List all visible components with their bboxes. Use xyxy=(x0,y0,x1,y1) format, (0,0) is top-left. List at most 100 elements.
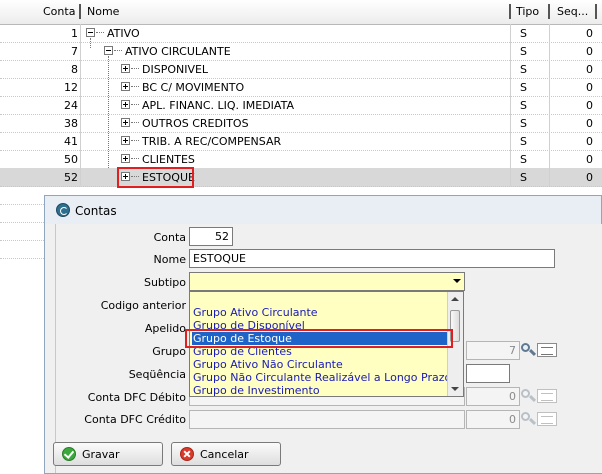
table-row[interactable]: 8 DISPONIVEL S 0 xyxy=(0,60,602,79)
header-seq[interactable]: Seq... xyxy=(557,5,588,18)
row-seq: 0 xyxy=(586,171,593,184)
row-conta: 1 xyxy=(71,27,78,40)
row-tipo: S xyxy=(520,63,527,76)
dropdown-option[interactable]: Grupo Ativo Circulante xyxy=(192,306,449,319)
expand-icon[interactable] xyxy=(121,82,130,91)
cancelar-label: Cancelar xyxy=(200,448,249,461)
column-resizer[interactable] xyxy=(79,4,81,19)
row-nome: OUTROS CREDITOS xyxy=(142,117,249,130)
dropdown-option[interactable] xyxy=(192,293,449,306)
list-icon[interactable] xyxy=(537,412,557,426)
row-seq: 0 xyxy=(586,63,593,76)
header-conta[interactable]: Conta xyxy=(43,5,75,18)
row-nome: CLIENTES xyxy=(142,153,195,166)
row-tipo: S xyxy=(520,117,527,130)
expand-icon[interactable] xyxy=(121,64,130,73)
dropdown-option[interactable]: Grupo Ativo Não Circulante xyxy=(192,358,449,371)
check-icon xyxy=(62,447,76,461)
scroll-down-icon[interactable] xyxy=(451,387,459,391)
row-nome: APL. FINANC. LIQ. IMEDIATA xyxy=(142,99,294,112)
grupo-field[interactable]: 7 xyxy=(466,341,520,360)
row-conta: 50 xyxy=(64,153,78,166)
row-conta: 8 xyxy=(71,63,78,76)
row-nome: BC C/ MOVIMENTO xyxy=(142,81,245,94)
subtipo-select[interactable] xyxy=(189,272,465,291)
search-icon[interactable] xyxy=(520,410,538,428)
column-resizer[interactable] xyxy=(509,4,511,19)
row-seq: 0 xyxy=(586,153,593,166)
row-conta: 38 xyxy=(64,117,78,130)
header-nome[interactable]: Nome xyxy=(87,5,119,18)
table-row[interactable]: 7 ATIVO CIRCULANTE S 0 xyxy=(0,42,602,61)
estoque-highlight-box xyxy=(117,167,194,188)
label-subtipo: Subtipo xyxy=(143,276,186,289)
column-resizer[interactable] xyxy=(595,4,597,19)
header-tipo[interactable]: Tipo xyxy=(516,5,539,18)
dfc-credito-description xyxy=(189,410,465,429)
label-apelido: Apelido xyxy=(144,322,186,335)
table-row[interactable]: 1 ATIVO S 0 xyxy=(0,24,602,43)
row-conta: 41 xyxy=(64,135,78,148)
row-seq: 0 xyxy=(586,27,593,40)
label-dfc-credito: Conta DFC Crédito xyxy=(84,413,186,426)
gravar-label: Gravar xyxy=(82,448,120,461)
table-row[interactable]: 38 OUTROS CREDITOS S 0 xyxy=(0,114,602,133)
dfc-credito-field[interactable]: 0 xyxy=(466,410,520,429)
table-row[interactable]: 41 TRIB. A REC/COMPENSAR S 0 xyxy=(0,132,602,151)
dropdown-option[interactable]: Grupo de Investimento xyxy=(192,384,449,396)
row-nome: TRIB. A REC/COMPENSAR xyxy=(142,135,282,148)
row-seq: 0 xyxy=(586,45,593,58)
expand-icon[interactable] xyxy=(121,100,130,109)
row-conta: 52 xyxy=(64,171,78,184)
table-row[interactable]: 50 CLIENTES S 0 xyxy=(0,150,602,169)
expand-icon[interactable] xyxy=(121,154,130,163)
table-row[interactable]: 12 BC C/ MOVIMENTO S 0 xyxy=(0,78,602,97)
row-tipo: S xyxy=(520,171,527,184)
app-icon xyxy=(56,203,70,217)
row-seq: 0 xyxy=(586,99,593,112)
row-nome: ATIVO xyxy=(107,27,140,40)
label-nome: Nome xyxy=(153,253,186,266)
row-seq: 0 xyxy=(586,81,593,94)
expand-icon[interactable] xyxy=(121,118,130,127)
conta-field[interactable]: 52 xyxy=(189,227,233,246)
dfc-debito-field[interactable]: 0 xyxy=(466,387,520,406)
cancelar-button[interactable]: Cancelar xyxy=(171,442,281,466)
gravar-button[interactable]: Gravar xyxy=(53,442,163,466)
search-icon[interactable] xyxy=(520,387,538,405)
table-row-selected[interactable]: 52 ESTOQUE S 0 xyxy=(0,168,602,187)
grid-header: Conta Nome Tipo Seq... xyxy=(0,0,602,25)
expand-icon[interactable] xyxy=(121,136,130,145)
row-nome: ATIVO CIRCULANTE xyxy=(125,45,231,58)
row-seq: 0 xyxy=(586,117,593,130)
scroll-up-icon[interactable] xyxy=(451,297,459,301)
label-sequencia: Seqüência xyxy=(128,368,186,381)
row-tipo: S xyxy=(520,27,527,40)
dropdown-option[interactable]: Grupo Não Circulante Realizável a Longo … xyxy=(192,371,451,384)
search-icon[interactable] xyxy=(520,341,538,359)
row-conta: 12 xyxy=(64,81,78,94)
row-conta: 7 xyxy=(71,45,78,58)
row-tipo: S xyxy=(520,45,527,58)
row-conta: 24 xyxy=(64,99,78,112)
estoque-option-highlight-box xyxy=(185,329,453,348)
column-resizer[interactable] xyxy=(548,4,550,19)
dialog-title: Contas xyxy=(75,204,117,218)
row-seq: 0 xyxy=(586,135,593,148)
table-row[interactable]: 24 APL. FINANC. LIQ. IMEDIATA S 0 xyxy=(0,96,602,115)
label-dfc-debito: Conta DFC Débito xyxy=(87,391,186,404)
nome-field[interactable]: ESTOQUE xyxy=(189,249,555,268)
collapse-icon[interactable] xyxy=(104,46,113,55)
label-grupo: Grupo xyxy=(152,345,186,358)
collapse-icon[interactable] xyxy=(86,28,95,37)
label-codigo-anterior: Codigo anterior xyxy=(100,299,186,312)
row-tipo: S xyxy=(520,81,527,94)
row-tipo: S xyxy=(520,99,527,112)
list-icon[interactable] xyxy=(537,343,557,357)
dialog-titlebar[interactable]: Contas xyxy=(45,196,601,224)
chevron-down-icon[interactable] xyxy=(453,279,461,283)
list-icon[interactable] xyxy=(537,389,557,403)
row-nome: DISPONIVEL xyxy=(142,63,209,76)
sequencia-field[interactable] xyxy=(466,364,510,383)
row-tipo: S xyxy=(520,135,527,148)
